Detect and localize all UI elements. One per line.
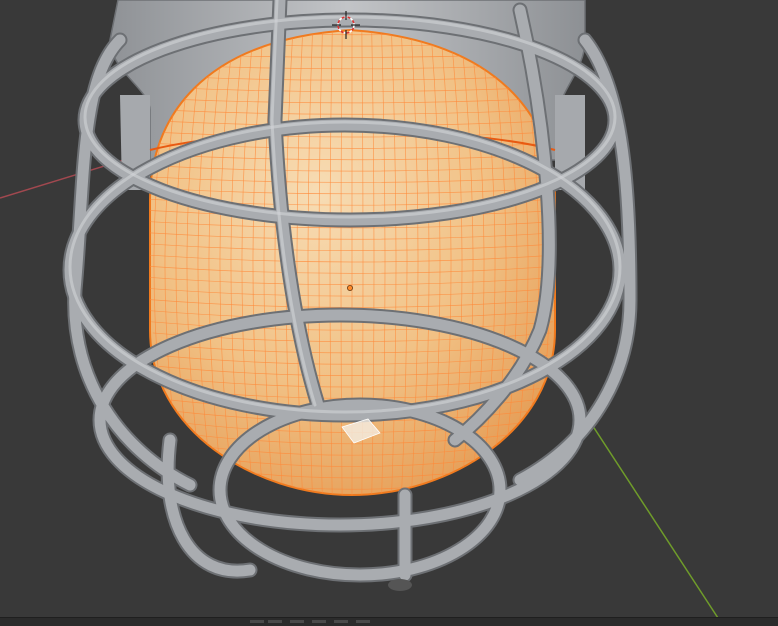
strip-tick [334,620,348,623]
viewport-canvas[interactable] [0,0,778,626]
strip-tick [356,620,370,623]
strip-tick [312,620,326,623]
bottom-header-strip [0,617,778,626]
3d-viewport[interactable] [0,0,778,626]
origin-dot-icon [346,284,353,291]
strip-tick [268,620,282,623]
cage-bottom-nub [388,579,412,591]
strip-tick [290,620,304,623]
strip-tick [250,620,264,623]
